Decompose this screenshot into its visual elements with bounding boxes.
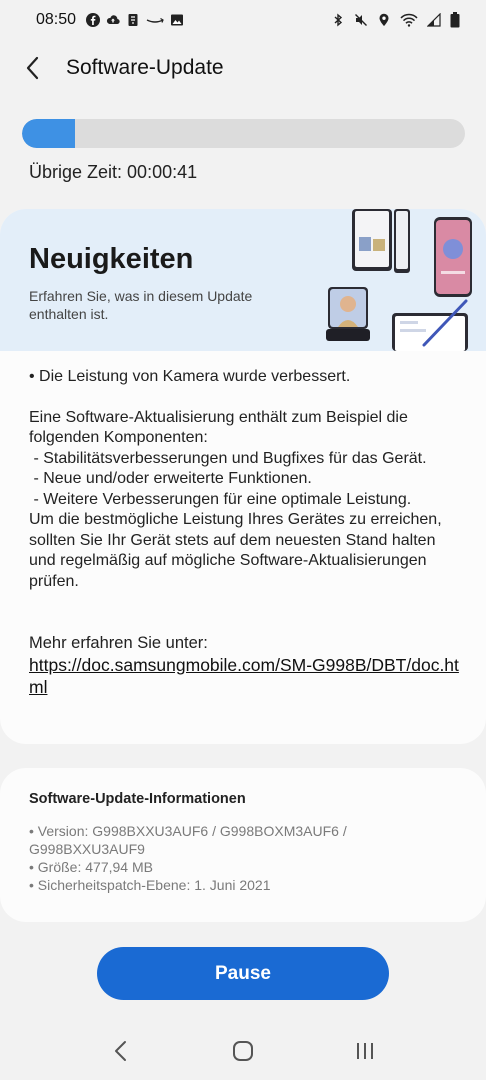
home-icon bbox=[233, 1041, 253, 1061]
update-info-card: Software-Update-Informationen • Version:… bbox=[0, 768, 486, 922]
more-info-link[interactable]: https://doc.samsungmobile.com/SM-G998B/D… bbox=[29, 654, 459, 698]
status-left-icons bbox=[86, 13, 184, 27]
chevron-left-icon bbox=[26, 56, 39, 80]
status-time: 08:50 bbox=[36, 11, 77, 28]
remaining-time: Übrige Zeit: 00:00:41 bbox=[29, 162, 197, 183]
news-body: • Die Leistung von Kamera wurde verbesse… bbox=[29, 367, 459, 698]
navigation-bar bbox=[0, 1022, 486, 1080]
battery-icon bbox=[450, 12, 460, 28]
news-subtitle: Erfahren Sie, was in diesem Update entha… bbox=[29, 288, 253, 322]
news-card: Neuigkeiten Erfahren Sie, was in diesem … bbox=[0, 209, 486, 744]
signal-icon bbox=[427, 13, 441, 27]
bluetooth-icon bbox=[334, 13, 343, 27]
nav-back-button[interactable] bbox=[101, 1031, 141, 1071]
nav-home-button[interactable] bbox=[223, 1031, 263, 1071]
recents-icon bbox=[357, 1043, 373, 1059]
wifi-icon bbox=[400, 13, 418, 27]
app-header: Software-Update bbox=[0, 44, 486, 92]
pause-button[interactable]: Pause bbox=[97, 947, 389, 1000]
news-paragraph: Eine Software-Aktualisierung enthält zum… bbox=[29, 408, 442, 590]
devices-illustration bbox=[326, 209, 472, 351]
cloud-upload-icon bbox=[106, 15, 120, 25]
download-progress-bar bbox=[22, 119, 465, 148]
page-title: Software-Update bbox=[66, 56, 224, 79]
nav-recents-button[interactable] bbox=[345, 1031, 385, 1071]
progress-fill bbox=[22, 119, 76, 148]
status-right-icons bbox=[331, 12, 460, 28]
usb-icon bbox=[128, 14, 138, 26]
location-icon bbox=[379, 13, 389, 26]
mute-icon bbox=[355, 14, 367, 26]
news-title: Neuigkeiten bbox=[29, 243, 194, 275]
remaining-time-value: 00:00:41 bbox=[127, 162, 198, 182]
update-info-size: • Größe: 477,94 MB bbox=[29, 859, 153, 875]
news-banner: Neuigkeiten Erfahren Sie, was in diesem … bbox=[0, 209, 486, 351]
update-info-list: • Version: G998BXXU3AUF6 / G998BOXM3AUF6… bbox=[29, 822, 449, 894]
remaining-time-label: Übrige Zeit: bbox=[29, 162, 123, 182]
more-info-label: Mehr erfahren Sie unter: bbox=[29, 634, 208, 652]
image-icon bbox=[171, 14, 184, 26]
back-button[interactable] bbox=[10, 45, 56, 91]
news-bullet: • Die Leistung von Kamera wurde verbesse… bbox=[29, 368, 351, 385]
update-info-title: Software-Update-Informationen bbox=[29, 791, 246, 807]
status-bar: 08:50 bbox=[0, 0, 486, 40]
update-info-version: • Version: G998BXXU3AUF6 / G998BOXM3AUF6… bbox=[29, 823, 347, 857]
facebook-icon bbox=[86, 13, 101, 27]
update-info-patch: • Sicherheitspatch-Ebene: 1. Juni 2021 bbox=[29, 877, 271, 893]
back-icon bbox=[115, 1041, 126, 1061]
amazon-icon bbox=[146, 17, 164, 23]
